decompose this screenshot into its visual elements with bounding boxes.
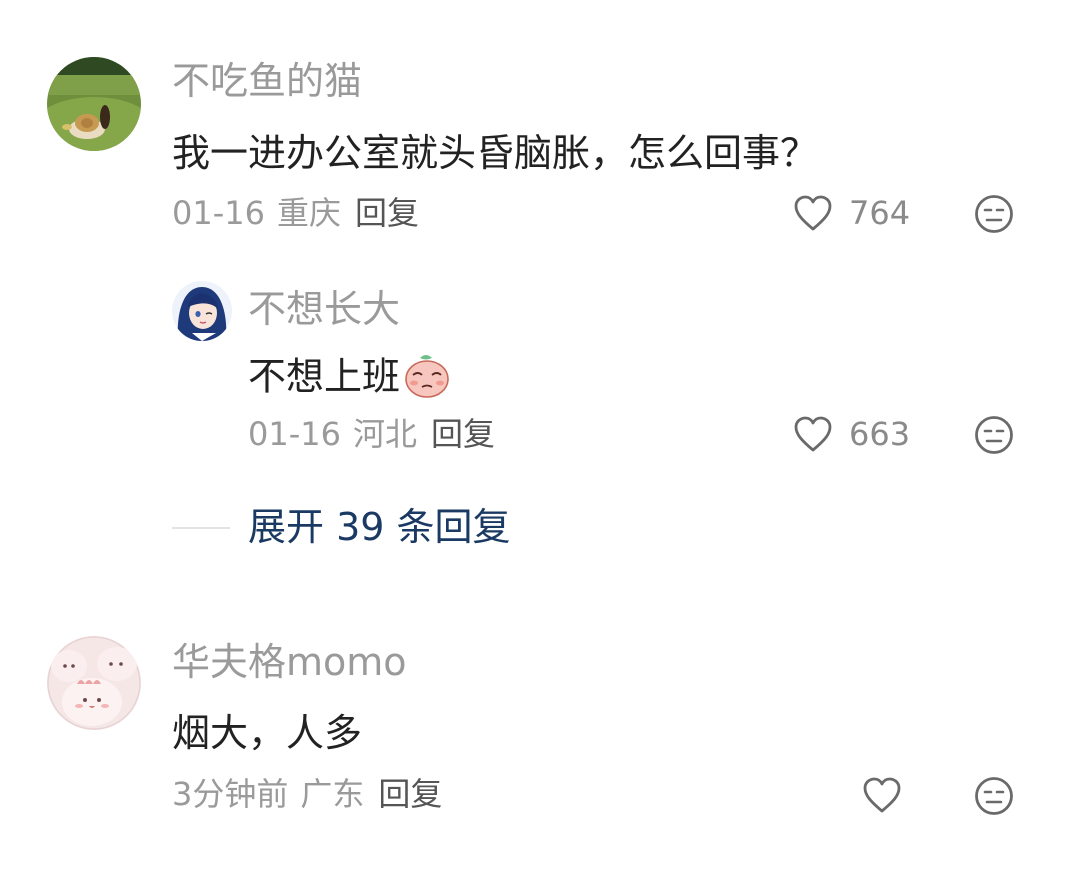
avatar[interactable] (47, 636, 141, 730)
avatar[interactable] (47, 57, 141, 151)
neutral-face-icon (975, 777, 1013, 815)
comment-meta: 01-16 重庆 回复 (172, 197, 419, 229)
neutral-face-icon (975, 195, 1013, 233)
comment-username[interactable]: 华夫格momo (172, 643, 407, 681)
expand-divider (172, 527, 230, 529)
dislike-button[interactable] (974, 194, 1014, 238)
heart-icon (863, 777, 901, 813)
comment-text: 我一进办公室就头昏脑胀，怎么回事？ (172, 131, 819, 175)
like-count: 764 (849, 194, 911, 232)
comment-location: 重庆 (276, 194, 341, 232)
like-button[interactable]: 663 (793, 415, 910, 453)
comment-meta: 3分钟前 广东 回复 (172, 778, 442, 810)
reply-location: 河北 (352, 415, 417, 453)
reply-date: 01-16 (248, 415, 341, 453)
reply-button[interactable]: 回复 (431, 415, 495, 453)
like-button[interactable] (862, 776, 902, 814)
comment-list: 不吃鱼的猫 我一进办公室就头昏脑胀，怎么回事？ 01-16 重庆 回复 764 不 (0, 0, 1080, 876)
heart-icon (794, 195, 832, 231)
reply-meta: 01-16 河北 回复 (248, 418, 495, 450)
heart-icon (794, 416, 832, 452)
reply-button[interactable]: 回复 (355, 194, 419, 232)
comment-username[interactable]: 不吃鱼的猫 (172, 62, 362, 100)
expand-replies-button[interactable]: 展开 39 条回复 (248, 508, 511, 546)
dislike-button[interactable] (974, 776, 1014, 820)
comment-text: 烟大，人多 (172, 711, 363, 755)
like-count: 663 (849, 415, 911, 453)
reply-text: 不想上班 (248, 352, 452, 406)
comment-location: 广东 (300, 775, 365, 813)
comment-date: 01-16 (172, 194, 265, 232)
dislike-button[interactable] (974, 415, 1014, 459)
like-button[interactable]: 764 (793, 194, 910, 232)
reply-button[interactable]: 回复 (378, 775, 442, 813)
comment-date: 3分钟前 (172, 775, 289, 813)
neutral-face-icon (975, 416, 1013, 454)
avatar[interactable] (172, 281, 232, 341)
peach-sticker-icon (402, 352, 452, 406)
reply-username[interactable]: 不想长大 (248, 290, 400, 328)
